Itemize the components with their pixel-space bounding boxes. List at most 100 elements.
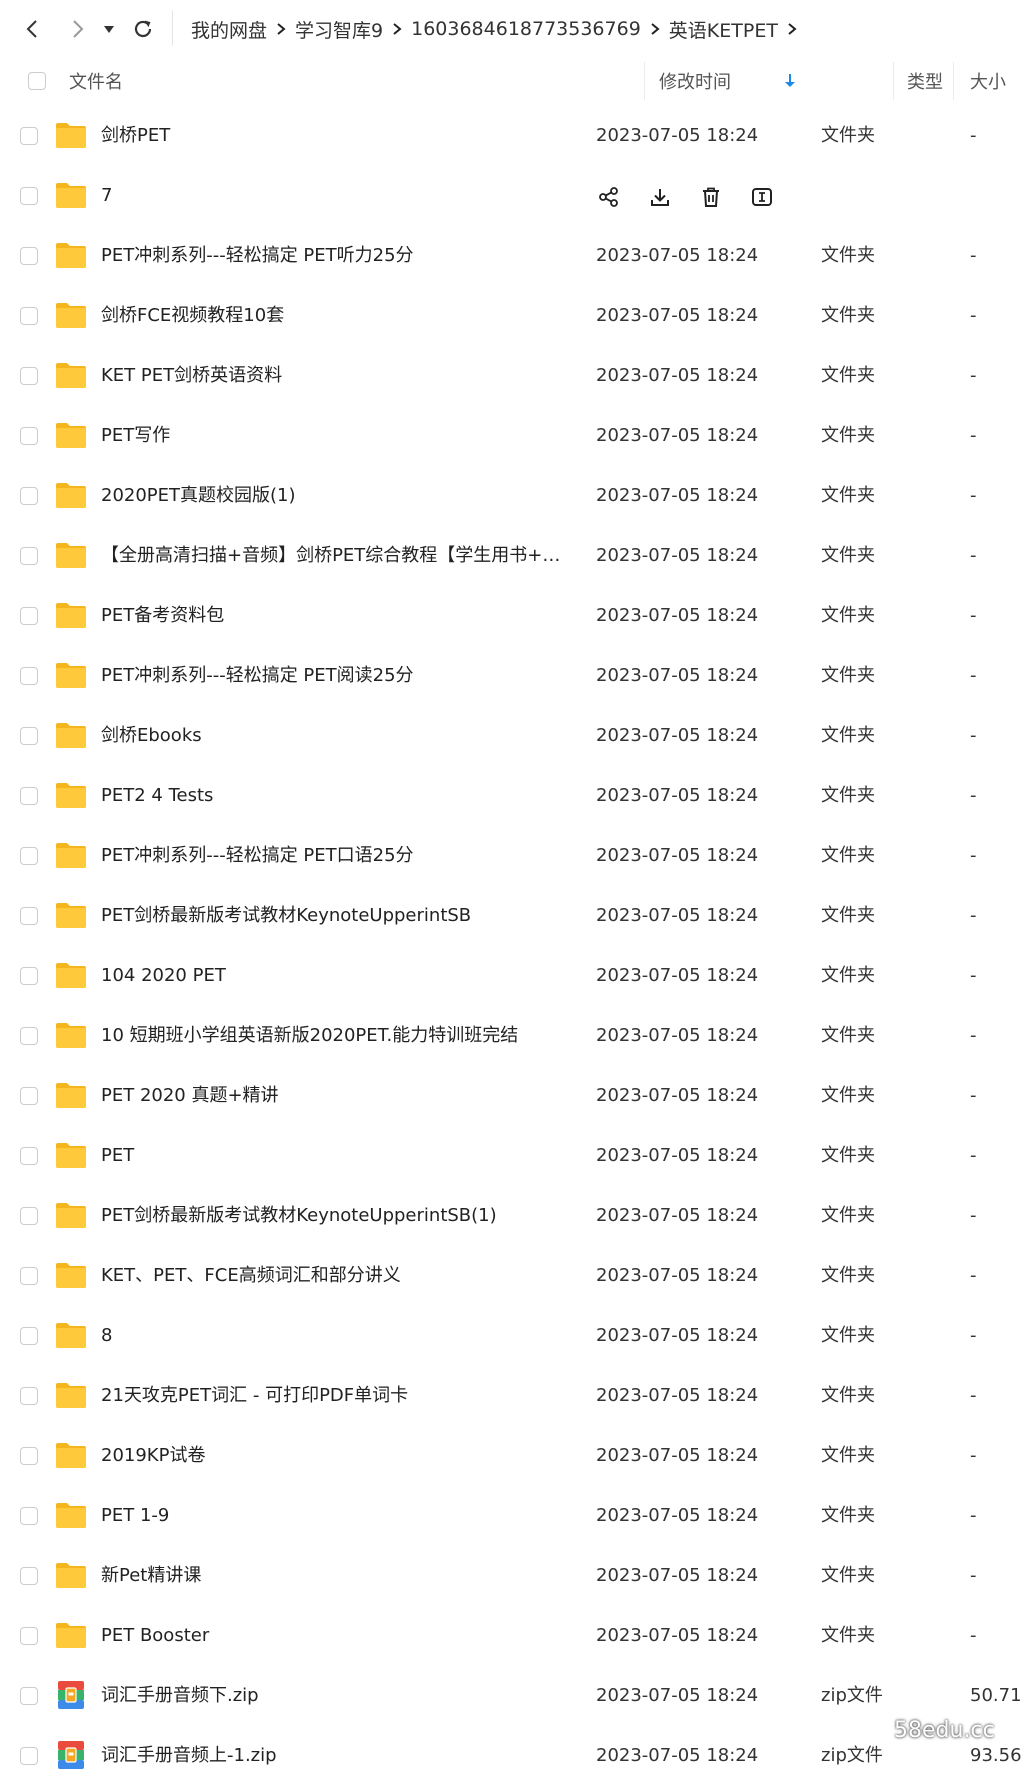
- file-row[interactable]: 104 2020 PET 2023-07-05 18:24 文件夹 -: [0, 946, 1023, 1006]
- file-name[interactable]: 【全册高清扫描+音频】剑桥PET综合教程【学生用书+练...: [101, 526, 571, 586]
- file-row[interactable]: 【全册高清扫描+音频】剑桥PET综合教程【学生用书+练... 2023-07-0…: [0, 526, 1023, 586]
- back-button[interactable]: [16, 12, 50, 46]
- file-name[interactable]: PET 2020 真题+精讲: [101, 1066, 571, 1126]
- breadcrumb-item-current[interactable]: 英语KETPET: [669, 16, 778, 43]
- row-checkbox[interactable]: [20, 1027, 38, 1045]
- file-row[interactable]: 2020PET真题校园版(1) 2023-07-05 18:24 文件夹 -: [0, 466, 1023, 526]
- file-row[interactable]: KET、PET、FCE高频词汇和部分讲义 2023-07-05 18:24 文件…: [0, 1246, 1023, 1306]
- row-checkbox[interactable]: [20, 1147, 38, 1165]
- file-row[interactable]: PET 1-9 2023-07-05 18:24 文件夹 -: [0, 1486, 1023, 1546]
- row-checkbox[interactable]: [20, 1627, 38, 1645]
- file-name[interactable]: 21天攻克PET词汇 - 可打印PDF单词卡: [101, 1366, 571, 1426]
- file-row[interactable]: 21天攻克PET词汇 - 可打印PDF单词卡 2023-07-05 18:24 …: [0, 1366, 1023, 1426]
- file-name[interactable]: 剑桥Ebooks: [101, 706, 571, 766]
- file-row[interactable]: 新Pet精讲课 2023-07-05 18:24 文件夹 -: [0, 1546, 1023, 1606]
- file-row[interactable]: PET剑桥最新版考试教材KeynoteUpperintSB(1) 2023-07…: [0, 1186, 1023, 1246]
- row-checkbox[interactable]: [20, 1567, 38, 1585]
- row-checkbox[interactable]: [20, 727, 38, 745]
- select-all-checkbox[interactable]: [28, 72, 46, 90]
- file-row[interactable]: PET2 4 Tests 2023-07-05 18:24 文件夹 -: [0, 766, 1023, 826]
- file-row[interactable]: PET剑桥最新版考试教材KeynoteUpperintSB 2023-07-05…: [0, 886, 1023, 946]
- row-checkbox[interactable]: [20, 427, 38, 445]
- file-row[interactable]: PET备考资料包 2023-07-05 18:24 文件夹 -: [0, 586, 1023, 646]
- file-name[interactable]: KET、PET、FCE高频词汇和部分讲义: [101, 1246, 571, 1306]
- file-name[interactable]: PET冲刺系列---轻松搞定 PET阅读25分: [101, 646, 571, 706]
- row-checkbox[interactable]: [20, 847, 38, 865]
- forward-button[interactable]: [60, 12, 94, 46]
- file-name[interactable]: 10 短期班小学组英语新版2020PET.能力特训班完结: [101, 1006, 571, 1066]
- file-row[interactable]: 8 2023-07-05 18:24 文件夹 -: [0, 1306, 1023, 1366]
- row-checkbox[interactable]: [20, 1267, 38, 1285]
- file-name[interactable]: PET冲刺系列---轻松搞定 PET听力25分: [101, 226, 571, 286]
- file-name[interactable]: 剑桥PET: [101, 106, 571, 166]
- file-name[interactable]: 剑桥FCE视频教程10套: [101, 286, 571, 346]
- row-checkbox[interactable]: [20, 1327, 38, 1345]
- share-button[interactable]: [594, 182, 624, 212]
- row-checkbox[interactable]: [20, 607, 38, 625]
- file-row[interactable]: 2019KP试卷 2023-07-05 18:24 文件夹 -: [0, 1426, 1023, 1486]
- file-row[interactable]: 剑桥Ebooks 2023-07-05 18:24 文件夹 -: [0, 706, 1023, 766]
- file-name[interactable]: PET备考资料包: [101, 586, 571, 646]
- row-checkbox[interactable]: [20, 307, 38, 325]
- file-name[interactable]: PET Booster: [101, 1606, 571, 1666]
- file-name[interactable]: 新Pet精讲课: [101, 1546, 571, 1606]
- file-name[interactable]: 104 2020 PET: [101, 946, 571, 1006]
- row-checkbox[interactable]: [20, 667, 38, 685]
- row-checkbox[interactable]: [20, 907, 38, 925]
- file-name[interactable]: 词汇手册音频上-1.zip: [101, 1726, 571, 1786]
- file-row[interactable]: 10 短期班小学组英语新版2020PET.能力特训班完结 2023-07-05 …: [0, 1006, 1023, 1066]
- file-name[interactable]: PET剑桥最新版考试教材KeynoteUpperintSB(1): [101, 1186, 571, 1246]
- row-checkbox[interactable]: [20, 187, 38, 205]
- file-name[interactable]: PET: [101, 1126, 571, 1186]
- row-checkbox[interactable]: [20, 967, 38, 985]
- file-name[interactable]: 2020PET真题校园版(1): [101, 466, 571, 526]
- row-checkbox[interactable]: [20, 787, 38, 805]
- file-row[interactable]: 剑桥PET 2023-07-05 18:24 文件夹 -: [0, 106, 1023, 166]
- file-name[interactable]: PET写作: [101, 406, 571, 466]
- file-row[interactable]: PET写作 2023-07-05 18:24 文件夹 -: [0, 406, 1023, 466]
- row-checkbox[interactable]: [20, 1747, 38, 1765]
- file-name[interactable]: 8: [101, 1306, 571, 1366]
- row-checkbox[interactable]: [20, 367, 38, 385]
- delete-button[interactable]: [696, 182, 726, 212]
- row-checkbox[interactable]: [20, 1207, 38, 1225]
- row-checkbox[interactable]: [20, 1507, 38, 1525]
- column-header-modified[interactable]: 修改时间: [659, 56, 731, 106]
- rename-button[interactable]: [747, 182, 777, 212]
- history-dropdown-button[interactable]: [96, 12, 122, 46]
- breadcrumb-item[interactable]: 1603684618773536769: [411, 18, 641, 40]
- file-row[interactable]: PET冲刺系列---轻松搞定 PET听力25分 2023-07-05 18:24…: [0, 226, 1023, 286]
- file-name[interactable]: 7: [101, 166, 571, 226]
- file-row[interactable]: 词汇手册音频下.zip 2023-07-05 18:24 zip文件 50.71…: [0, 1666, 1023, 1726]
- file-row[interactable]: PET 2023-07-05 18:24 文件夹 -: [0, 1126, 1023, 1186]
- download-button[interactable]: [645, 182, 675, 212]
- refresh-button[interactable]: [126, 12, 160, 46]
- file-name[interactable]: PET冲刺系列---轻松搞定 PET口语25分: [101, 826, 571, 886]
- file-row[interactable]: PET 2020 真题+精讲 2023-07-05 18:24 文件夹 -: [0, 1066, 1023, 1126]
- file-name[interactable]: PET2 4 Tests: [101, 766, 571, 826]
- row-checkbox[interactable]: [20, 1687, 38, 1705]
- file-row[interactable]: PET冲刺系列---轻松搞定 PET口语25分 2023-07-05 18:24…: [0, 826, 1023, 886]
- row-checkbox[interactable]: [20, 1447, 38, 1465]
- file-name[interactable]: PET 1-9: [101, 1486, 571, 1546]
- file-row[interactable]: PET冲刺系列---轻松搞定 PET阅读25分 2023-07-05 18:24…: [0, 646, 1023, 706]
- row-checkbox[interactable]: [20, 547, 38, 565]
- row-checkbox[interactable]: [20, 127, 38, 145]
- file-name[interactable]: 词汇手册音频下.zip: [101, 1666, 571, 1726]
- file-row[interactable]: 7: [0, 166, 1023, 226]
- file-row[interactable]: 剑桥FCE视频教程10套 2023-07-05 18:24 文件夹 -: [0, 286, 1023, 346]
- column-header-name[interactable]: 文件名: [69, 56, 123, 106]
- file-name[interactable]: 2019KP试卷: [101, 1426, 571, 1486]
- column-header-type[interactable]: 类型: [907, 56, 943, 106]
- row-checkbox[interactable]: [20, 247, 38, 265]
- breadcrumb-item[interactable]: 学习智库9: [295, 16, 383, 43]
- row-checkbox[interactable]: [20, 1387, 38, 1405]
- file-row[interactable]: 词汇手册音频上-1.zip 2023-07-05 18:24 zip文件 93.…: [0, 1726, 1023, 1786]
- breadcrumb-item[interactable]: 我的网盘: [191, 16, 267, 43]
- file-row[interactable]: KET PET剑桥英语资料 2023-07-05 18:24 文件夹 -: [0, 346, 1023, 406]
- column-header-size[interactable]: 大小: [970, 56, 1006, 106]
- file-row[interactable]: PET Booster 2023-07-05 18:24 文件夹 -: [0, 1606, 1023, 1666]
- file-name[interactable]: PET剑桥最新版考试教材KeynoteUpperintSB: [101, 886, 571, 946]
- sort-descending-icon[interactable]: [781, 72, 799, 90]
- row-checkbox[interactable]: [20, 487, 38, 505]
